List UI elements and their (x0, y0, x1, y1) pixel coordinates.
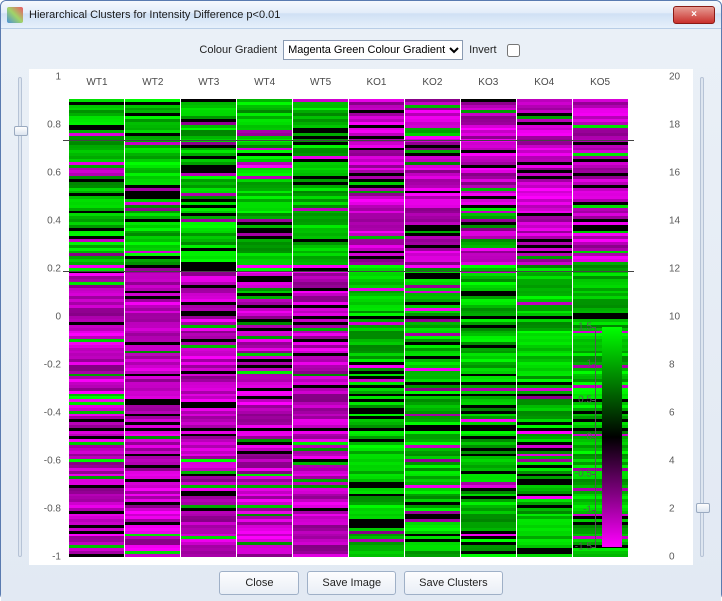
close-window-button[interactable]: × (673, 6, 715, 24)
toolbar: Colour Gradient Magenta Green Colour Gra… (11, 37, 711, 63)
gradient-select[interactable]: Magenta Green Colour Gradient (283, 40, 463, 60)
column-header: WT5 (293, 77, 349, 95)
axis-tick: -1 (52, 552, 61, 563)
column-header: KO2 (404, 77, 460, 95)
axis-tick: -0.6 (44, 456, 61, 467)
left-slider[interactable] (11, 69, 29, 565)
legend-tick: -1 (583, 505, 592, 516)
titlebar: Hierarchical Clusters for Intensity Diff… (1, 1, 721, 29)
right-slider[interactable] (693, 69, 711, 565)
heatmap-column (69, 99, 124, 557)
close-button[interactable]: Close (219, 571, 299, 595)
heatmap-column (517, 99, 572, 557)
column-header: WT1 (69, 77, 125, 95)
heatmap-column (293, 99, 348, 557)
column-header: WT3 (181, 77, 237, 95)
left-slider-track (18, 77, 22, 557)
column-header: WT2 (125, 77, 181, 95)
window-title: Hierarchical Clusters for Intensity Diff… (29, 9, 673, 21)
invert-checkbox[interactable] (507, 44, 520, 57)
left-slider-thumb[interactable] (14, 126, 28, 136)
column-headers: WT1WT2WT3WT4WT5KO1KO2KO3KO4KO5 (69, 77, 628, 95)
column-header: KO3 (460, 77, 516, 95)
axis-tick: 0 (55, 312, 61, 323)
right-slider-track (700, 77, 704, 557)
legend-tick: 1.5 (578, 322, 592, 333)
gradient-label: Colour Gradient (199, 44, 277, 56)
legend-tick: -0.5 (575, 468, 592, 479)
axis-tick: 1 (55, 72, 61, 83)
heatmap-column (349, 99, 404, 557)
axis-tick: -0.4 (44, 408, 61, 419)
column-header: KO1 (349, 77, 405, 95)
column-header: KO5 (572, 77, 628, 95)
axis-tick: 16 (669, 168, 680, 179)
right-slider-thumb[interactable] (696, 503, 710, 513)
axis-tick: 0.8 (47, 120, 61, 131)
axis-tick: 0.6 (47, 168, 61, 179)
save-image-button[interactable]: Save Image (307, 571, 396, 595)
app-icon (7, 7, 23, 23)
legend-tick: -1.5 (575, 542, 592, 553)
heatmap-column (237, 99, 292, 557)
heatmap-plot: WT1WT2WT3WT4WT5KO1KO2KO3KO4KO5 1.510.50-… (69, 77, 628, 557)
cluster-divider (63, 140, 634, 141)
heatmap-grid (69, 99, 628, 557)
legend-axis: 1.510.50-0.5-1-1.5 (595, 327, 596, 547)
axis-tick: 20 (669, 72, 680, 83)
plot-row: 10.80.60.40.20-0.2-0.4-0.6-0.8-1 WT1WT2W… (11, 69, 711, 565)
invert-label: Invert (469, 44, 497, 56)
axis-tick: 0 (669, 552, 675, 563)
axis-tick: 4 (669, 456, 675, 467)
heatmap-column (125, 99, 180, 557)
axis-tick: 8 (669, 360, 675, 371)
heatmap-column (461, 99, 516, 557)
button-row: Close Save Image Save Clusters (11, 565, 711, 595)
window-content: Colour Gradient Magenta Green Colour Gra… (1, 29, 721, 601)
y-axis-left: 10.80.60.40.20-0.2-0.4-0.6-0.8-1 (29, 77, 67, 557)
legend-tick: 0.5 (578, 395, 592, 406)
axis-tick: 14 (669, 216, 680, 227)
heatmap-column (181, 99, 236, 557)
close-icon: × (691, 9, 697, 20)
axis-tick: 0.2 (47, 264, 61, 275)
chart-area: 10.80.60.40.20-0.2-0.4-0.6-0.8-1 WT1WT2W… (29, 69, 693, 565)
column-header: KO4 (516, 77, 572, 95)
heatmap-column (405, 99, 460, 557)
axis-tick: 2 (669, 504, 675, 515)
axis-tick: -0.8 (44, 504, 61, 515)
column-header: WT4 (237, 77, 293, 95)
colour-legend (602, 327, 622, 547)
axis-tick: 0.4 (47, 216, 61, 227)
axis-tick: 12 (669, 264, 680, 275)
axis-tick: 10 (669, 312, 680, 323)
axis-tick: -0.2 (44, 360, 61, 371)
y-axis-right: 20181614121086420 (663, 77, 693, 557)
axis-tick: 18 (669, 120, 680, 131)
save-clusters-button[interactable]: Save Clusters (404, 571, 502, 595)
axis-tick: 6 (669, 408, 675, 419)
cluster-divider (63, 271, 634, 272)
